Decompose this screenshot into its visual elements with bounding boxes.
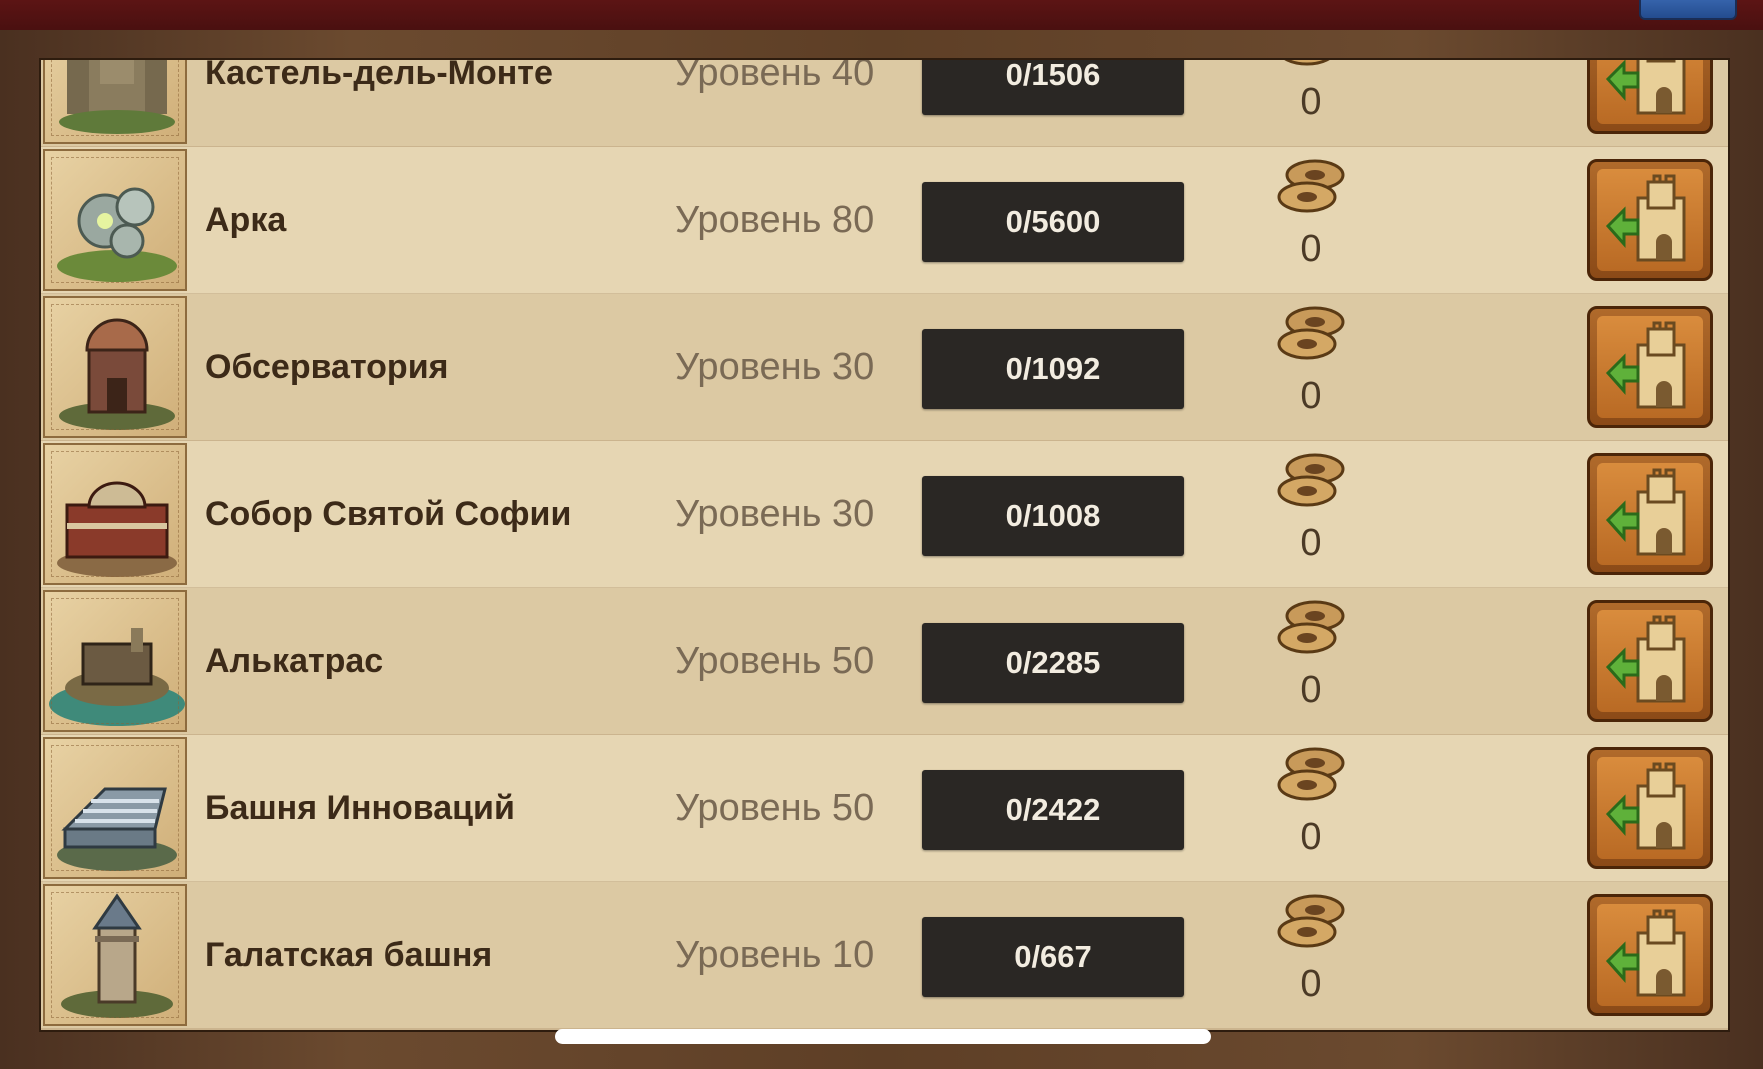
- reward-count: 0: [1300, 522, 1322, 564]
- coins-icon: [1277, 306, 1345, 360]
- coins-icon: [1277, 600, 1345, 654]
- top-bar: [0, 0, 1763, 32]
- list-item: Кастель-дель-Монте Уровень 40 0/1506 0: [41, 58, 1728, 148]
- assist-building-button[interactable]: [1587, 747, 1713, 869]
- castle-building-icon: [59, 60, 175, 134]
- building-level: Уровень 80: [675, 199, 875, 241]
- progress-bar: 0/2422: [922, 770, 1184, 850]
- reward-count: 0: [1300, 669, 1322, 711]
- progress-bar: 0/667: [922, 917, 1184, 997]
- alcatraz-building-icon: [49, 628, 185, 726]
- progress-bar: 0/1092: [922, 329, 1184, 409]
- coins-icon: [1277, 747, 1345, 801]
- assist-building-button[interactable]: [1587, 894, 1713, 1016]
- list-item: Галатская башня Уровень 10 0/667 0: [41, 882, 1728, 1030]
- building-name: Башня Инноваций: [205, 789, 515, 827]
- building-name: Галатская башня: [205, 936, 493, 974]
- castle-arrow-icon: [1605, 909, 1686, 997]
- reward-count: 0: [1300, 963, 1322, 1005]
- building-thumbnail: [43, 296, 187, 438]
- building-thumbnail: [43, 737, 187, 879]
- building-thumbnail: [43, 884, 187, 1026]
- castle-arrow-icon: [1605, 321, 1686, 409]
- assist-building-button[interactable]: [1587, 453, 1713, 575]
- coins-icon: [1277, 894, 1345, 948]
- top-bar-button[interactable]: [1639, 0, 1737, 20]
- reward-count: 0: [1300, 81, 1322, 123]
- progress-bar: 0/5600: [922, 182, 1184, 262]
- list-item: Алькатрас Уровень 50 0/2285 0: [41, 588, 1728, 736]
- assist-building-button[interactable]: [1587, 600, 1713, 722]
- building-level: Уровень 50: [675, 640, 875, 682]
- building-name: Арка: [205, 201, 287, 239]
- assist-building-button[interactable]: [1587, 60, 1713, 134]
- building-name: Обсерватория: [205, 348, 449, 386]
- buildings-list[interactable]: Кастель-дель-Монте Уровень 40 0/1506 0 А…: [39, 58, 1730, 1032]
- galata-tower-building-icon: [61, 893, 173, 1018]
- castle-arrow-icon: [1605, 60, 1686, 115]
- coins-icon: [1284, 60, 1330, 66]
- building-thumbnail: [43, 590, 187, 732]
- list-item: Собор Святой Софии Уровень 30 0/1008 0: [41, 441, 1728, 589]
- building-thumbnail: [43, 149, 187, 291]
- progress-bar: 0/2285: [922, 623, 1184, 703]
- arc-building-icon: [57, 187, 177, 282]
- building-name: Собор Святой Софии: [205, 495, 572, 533]
- castle-arrow-icon: [1605, 762, 1686, 850]
- building-name: Кастель-дель-Монте: [205, 58, 553, 92]
- progress-bar: 0/1008: [922, 476, 1184, 556]
- list-item: Башня Инноваций Уровень 50 0/2422 0: [41, 735, 1728, 883]
- coins-icon: [1277, 453, 1345, 507]
- reward-count: 0: [1300, 816, 1322, 858]
- building-level: Уровень 50: [675, 787, 875, 829]
- castle-arrow-icon: [1605, 174, 1686, 262]
- cathedral-building-icon: [57, 481, 177, 577]
- home-indicator[interactable]: [555, 1029, 1211, 1044]
- assist-building-button[interactable]: [1587, 159, 1713, 281]
- assist-building-button[interactable]: [1587, 306, 1713, 428]
- list-item: Арка Уровень 80 0/5600 0: [41, 147, 1728, 295]
- building-name: Алькатрас: [205, 642, 384, 680]
- castle-arrow-icon: [1605, 615, 1686, 703]
- progress-bar: 0/1506: [922, 60, 1184, 115]
- reward-count: 0: [1300, 375, 1322, 417]
- building-thumbnail: [43, 60, 187, 144]
- reward-count: 0: [1300, 228, 1322, 270]
- observatory-building-icon: [59, 318, 175, 430]
- castle-arrow-icon: [1605, 468, 1686, 556]
- building-level: Уровень 40: [675, 58, 875, 94]
- list-item: Обсерватория Уровень 30 0/1092 0: [41, 294, 1728, 442]
- building-level: Уровень 30: [675, 493, 875, 535]
- coins-icon: [1277, 159, 1345, 213]
- building-level: Уровень 10: [675, 934, 875, 976]
- innovation-tower-building-icon: [57, 787, 177, 871]
- building-level: Уровень 30: [675, 346, 875, 388]
- building-thumbnail: [43, 443, 187, 585]
